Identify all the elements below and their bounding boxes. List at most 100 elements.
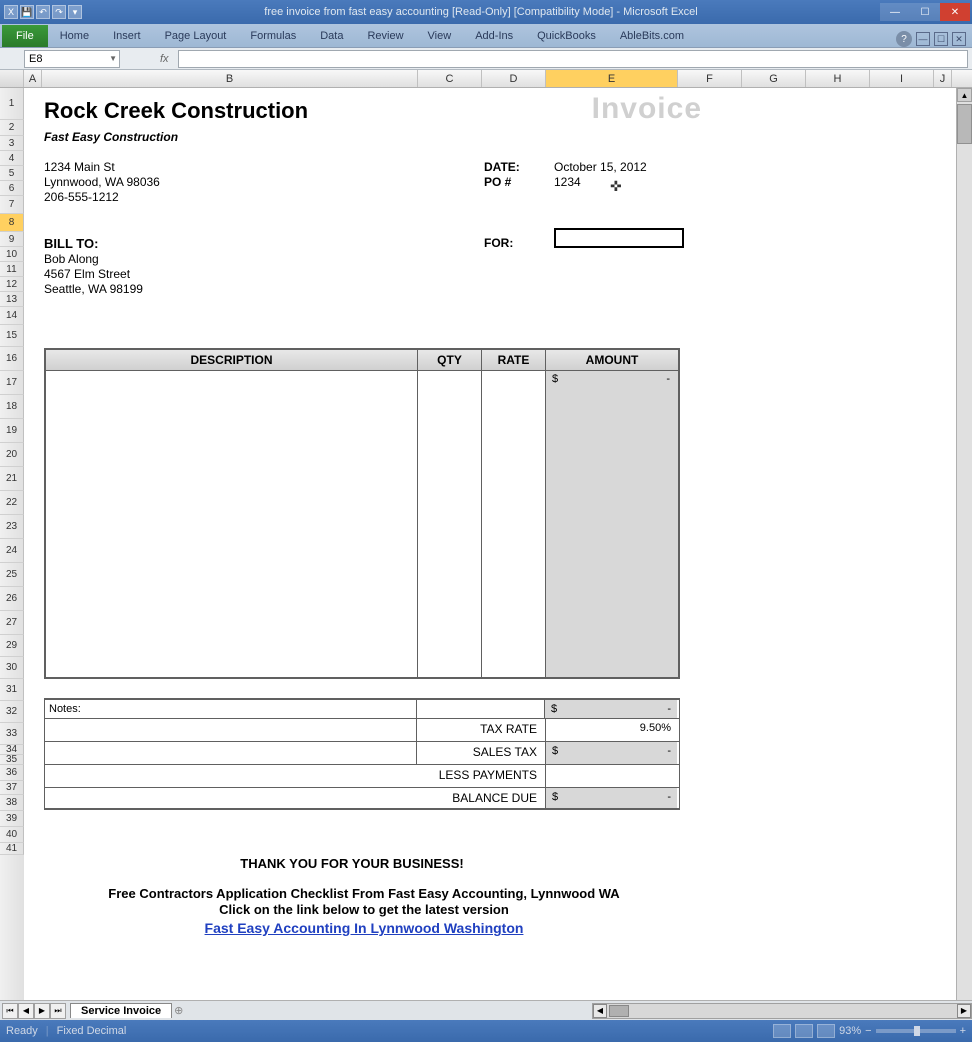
zoom-out-icon[interactable]: − <box>865 1025 871 1037</box>
select-all-corner[interactable] <box>0 70 24 87</box>
column-header-A[interactable]: A <box>24 70 42 87</box>
row-header-4[interactable]: 4 <box>0 151 24 166</box>
notes-body[interactable] <box>45 719 417 741</box>
name-box[interactable]: E8 ▼ <box>24 50 120 68</box>
row-header-8[interactable]: 8 <box>0 214 24 232</box>
row-header-25[interactable]: 25 <box>0 563 24 587</box>
excel-icon[interactable]: X <box>4 5 18 19</box>
row-header-21[interactable]: 21 <box>0 467 24 491</box>
scroll-up-icon[interactable]: ▲ <box>957 88 972 102</box>
row-header-24[interactable]: 24 <box>0 539 24 563</box>
tab-nav-prev-icon[interactable]: ◀ <box>18 1003 34 1019</box>
desc-column[interactable] <box>46 371 418 677</box>
column-header-D[interactable]: D <box>482 70 546 87</box>
row-header-36[interactable]: 36 <box>0 765 24 781</box>
undo-icon[interactable]: ↶ <box>36 5 50 19</box>
zoom-in-icon[interactable]: + <box>960 1025 966 1037</box>
column-header-G[interactable]: G <box>742 70 806 87</box>
column-header-J[interactable]: J <box>934 70 952 87</box>
page-break-view-icon[interactable] <box>817 1024 835 1038</box>
new-sheet-icon[interactable]: ⊕ <box>174 1004 183 1017</box>
sheet-tab[interactable]: Service Invoice <box>70 1003 172 1018</box>
page-layout-view-icon[interactable] <box>795 1024 813 1038</box>
row-header-18[interactable]: 18 <box>0 395 24 419</box>
scroll-left-icon[interactable]: ◀ <box>593 1004 607 1018</box>
fx-icon[interactable]: fx <box>160 53 178 65</box>
tab-insert[interactable]: Insert <box>101 25 153 47</box>
tab-nav-next-icon[interactable]: ▶ <box>34 1003 50 1019</box>
name-box-dropdown-icon[interactable]: ▼ <box>109 54 117 63</box>
row-header-39[interactable]: 39 <box>0 811 24 827</box>
tab-page-layout[interactable]: Page Layout <box>153 25 239 47</box>
less-payments-value[interactable] <box>545 765 677 787</box>
row-header-40[interactable]: 40 <box>0 827 24 843</box>
row-header-29[interactable]: 29 <box>0 635 24 657</box>
normal-view-icon[interactable] <box>773 1024 791 1038</box>
worksheet[interactable]: Rock Creek Construction Invoice Fast Eas… <box>24 88 972 1000</box>
row-header-16[interactable]: 16 <box>0 347 24 371</box>
promo-link[interactable]: Fast Easy Accounting In Lynnwood Washing… <box>24 920 704 936</box>
vertical-scrollbar[interactable]: ▲ <box>956 88 972 1000</box>
ribbon-minimize-icon[interactable]: — <box>916 32 930 46</box>
tab-view[interactable]: View <box>416 25 464 47</box>
row-header-41[interactable]: 41 <box>0 843 24 855</box>
tab-ablebits[interactable]: AbleBits.com <box>608 25 696 47</box>
ribbon-close-icon[interactable]: ✕ <box>952 32 966 46</box>
column-header-E[interactable]: E <box>546 70 678 87</box>
scroll-right-icon[interactable]: ▶ <box>957 1004 971 1018</box>
row-header-35[interactable]: 35 <box>0 755 24 765</box>
row-header-17[interactable]: 17 <box>0 371 24 395</box>
row-header-30[interactable]: 30 <box>0 657 24 679</box>
row-header-5[interactable]: 5 <box>0 166 24 181</box>
tab-formulas[interactable]: Formulas <box>238 25 308 47</box>
qty-column[interactable] <box>418 371 482 677</box>
row-header-22[interactable]: 22 <box>0 491 24 515</box>
row-header-14[interactable]: 14 <box>0 307 24 325</box>
row-header-3[interactable]: 3 <box>0 136 24 151</box>
row-header-13[interactable]: 13 <box>0 292 24 307</box>
tab-data[interactable]: Data <box>308 25 355 47</box>
row-header-6[interactable]: 6 <box>0 181 24 196</box>
tax-rate-value[interactable]: 9.50% <box>545 719 677 741</box>
row-header-38[interactable]: 38 <box>0 795 24 811</box>
tab-nav-last-icon[interactable]: ⏭ <box>50 1003 66 1019</box>
row-header-23[interactable]: 23 <box>0 515 24 539</box>
column-header-B[interactable]: B <box>42 70 418 87</box>
hscroll-thumb[interactable] <box>609 1005 629 1017</box>
row-header-9[interactable]: 9 <box>0 232 24 247</box>
formula-input[interactable] <box>178 50 968 68</box>
row-header-15[interactable]: 15 <box>0 325 24 347</box>
row-header-2[interactable]: 2 <box>0 120 24 136</box>
column-header-F[interactable]: F <box>678 70 742 87</box>
column-header-C[interactable]: C <box>418 70 482 87</box>
ribbon-restore-icon[interactable]: ☐ <box>934 32 948 46</box>
zoom-slider[interactable] <box>876 1029 956 1033</box>
tab-nav-first-icon[interactable]: ⏮ <box>2 1003 18 1019</box>
qat-dropdown-icon[interactable]: ▾ <box>68 5 82 19</box>
row-header-31[interactable]: 31 <box>0 679 24 701</box>
row-header-10[interactable]: 10 <box>0 247 24 262</box>
help-icon[interactable]: ? <box>896 31 912 47</box>
column-header-I[interactable]: I <box>870 70 934 87</box>
amount-column[interactable]: $ - <box>546 371 678 677</box>
minimize-button[interactable]: — <box>880 3 910 21</box>
row-header-12[interactable]: 12 <box>0 277 24 292</box>
tab-review[interactable]: Review <box>355 25 415 47</box>
scroll-thumb[interactable] <box>957 104 972 144</box>
row-header-20[interactable]: 20 <box>0 443 24 467</box>
row-header-32[interactable]: 32 <box>0 701 24 723</box>
close-button[interactable]: ✕ <box>940 3 970 21</box>
row-header-19[interactable]: 19 <box>0 419 24 443</box>
row-header-7[interactable]: 7 <box>0 196 24 214</box>
column-header-H[interactable]: H <box>806 70 870 87</box>
save-icon[interactable]: 💾 <box>20 5 34 19</box>
horizontal-scrollbar[interactable]: ◀ ▶ <box>592 1003 972 1019</box>
redo-icon[interactable]: ↷ <box>52 5 66 19</box>
row-header-37[interactable]: 37 <box>0 781 24 795</box>
tab-quickbooks[interactable]: QuickBooks <box>525 25 608 47</box>
maximize-button[interactable]: ☐ <box>910 3 940 21</box>
row-header-11[interactable]: 11 <box>0 262 24 277</box>
notes-label[interactable]: Notes: <box>45 700 417 718</box>
rate-column[interactable] <box>482 371 546 677</box>
row-header-26[interactable]: 26 <box>0 587 24 611</box>
